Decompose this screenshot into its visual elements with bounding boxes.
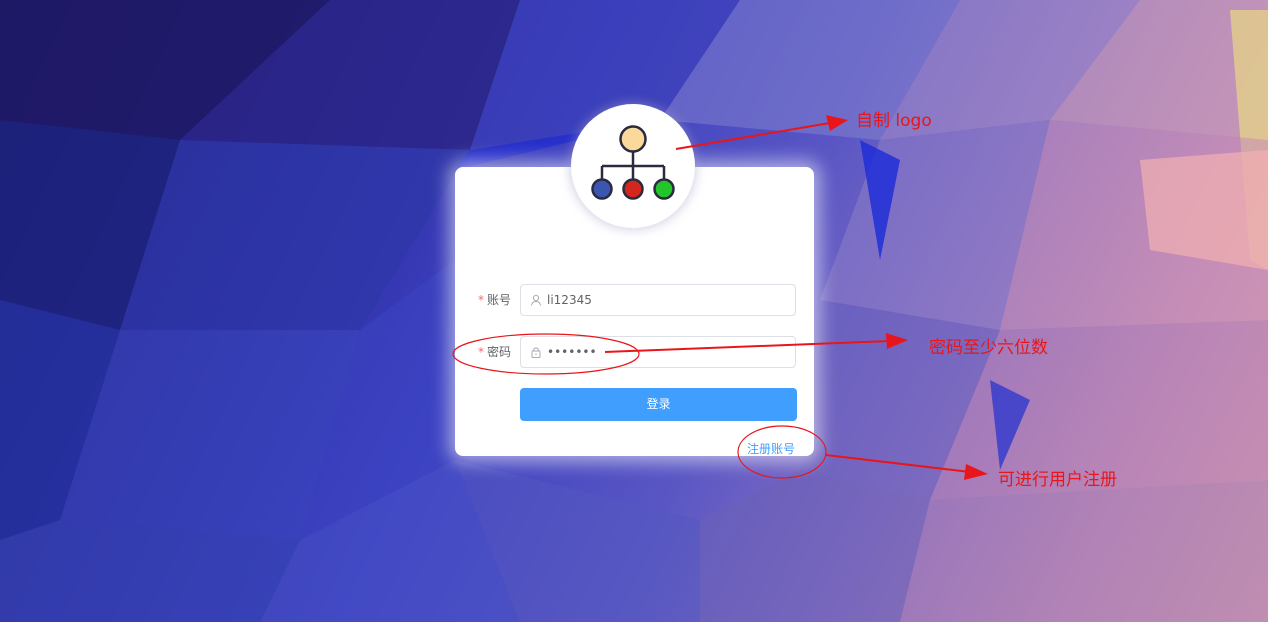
password-row: * 密码 ••••••• [455,336,814,368]
password-label: * 密码 [477,345,511,359]
password-value: ••••••• [547,345,597,359]
logo [571,104,695,228]
account-input[interactable]: li12345 [520,284,796,316]
required-mark: * [477,293,484,307]
login-button[interactable]: 登录 [520,388,797,421]
required-mark: * [477,345,484,359]
user-icon [531,294,541,306]
account-value: li12345 [547,293,592,307]
account-row: * 账号 li12345 [455,284,814,316]
org-chart-logo-icon [591,125,675,200]
annotation-logo-note: 自制 logo [856,111,932,131]
annotation-password-note: 密码至少六位数 [929,338,1048,358]
account-label: * 账号 [477,293,511,307]
password-input[interactable]: ••••••• [520,336,796,368]
annotation-register-note: 可进行用户注册 [998,470,1117,490]
lock-icon [531,347,541,358]
register-link[interactable]: 注册账号 [747,440,795,457]
